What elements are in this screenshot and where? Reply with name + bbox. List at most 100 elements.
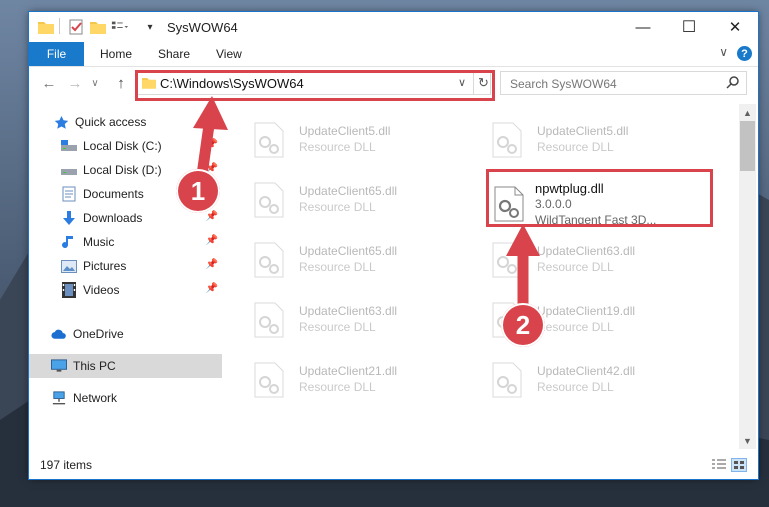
search-input[interactable]: Search SysWOW64 [510,77,617,91]
tab-home[interactable]: Home [100,42,132,66]
tab-view[interactable]: View [216,42,242,66]
sidebar-item-label: Local Disk (D:) [83,163,162,177]
sidebar-item-network[interactable]: Network [29,386,222,410]
file-highlight [486,169,713,227]
file-name: UpdateClient63.dll [299,304,398,318]
scroll-thumb[interactable] [740,121,755,171]
sidebar-item-label: This PC [73,359,116,373]
drive-icon [61,162,77,178]
help-icon[interactable]: ? [737,46,752,61]
file-name: UpdateClient5.dll [299,124,391,138]
dll-file-icon [253,362,285,401]
file-name: UpdateClient19.dll [537,304,636,318]
back-arrow-icon[interactable]: ← [39,75,59,92]
dll-file-icon [491,122,523,161]
sidebar-item-videos[interactable]: Videos 📌 [29,278,222,302]
sidebar-item-quick-access[interactable]: Quick access [29,110,222,134]
dll-file-icon [253,302,285,341]
file-name: UpdateClient65.dll [299,184,398,198]
navigation-pane: Quick access Local Disk (C:) 📌 Local Dis… [29,104,222,449]
list-item[interactable]: UpdateClient21.dll Resource DLL [249,358,459,406]
tiles-view-icon[interactable] [731,458,747,472]
ribbon-tabs: File Home Share View ∨ ? [29,42,758,67]
file-type: Resource DLL [537,260,614,274]
dll-file-icon [491,362,523,401]
sidebar-item-pictures[interactable]: Pictures 📌 [29,254,222,278]
file-type: Resource DLL [537,380,614,394]
pin-icon[interactable]: 📌 [206,211,218,222]
folder-icon [37,18,55,36]
sidebar-item-label: Downloads [83,211,143,225]
recent-locations-icon[interactable]: ∨ [85,78,105,89]
properties-icon[interactable] [67,18,85,36]
expand-ribbon-icon[interactable]: ∨ [719,45,728,59]
file-type: Resource DLL [299,140,376,154]
sidebar-item-local-disk-c[interactable]: Local Disk (C:) 📌 [29,134,222,158]
tab-file[interactable]: File [29,42,84,66]
list-item[interactable]: UpdateClient65.dll Resource DLL [249,178,459,226]
forward-arrow-icon[interactable]: → [65,75,85,92]
pin-icon[interactable]: 📌 [206,259,218,270]
window-title: SysWOW64 [167,20,238,35]
sidebar-item-label: Local Disk (C:) [83,139,162,153]
sidebar-item-label: Pictures [83,259,127,273]
music-icon [61,234,77,250]
list-item[interactable]: UpdateClient42.dll Resource DLL [487,358,697,406]
quick-access-dropdown-icon[interactable]: ▾ [141,18,159,36]
scroll-up-arrow-icon[interactable]: ▲ [739,104,756,121]
maximize-button[interactable]: ☐ [666,12,712,42]
tab-share[interactable]: Share [158,42,190,66]
sidebar-item-label: Music [83,235,115,249]
dll-file-icon [253,242,285,281]
sidebar-item-onedrive[interactable]: OneDrive [29,322,222,346]
up-arrow-icon[interactable]: ↑ [111,75,131,92]
list-item[interactable]: UpdateClient5.dll Resource DLL [487,118,697,166]
address-bar-highlight [135,70,495,101]
documents-icon [61,186,77,202]
step-1-badge: 1 [176,169,220,213]
status-bar: 197 items [29,452,758,479]
list-item[interactable]: UpdateClient63.dll Resource DLL [249,298,459,346]
drive-icon [61,138,77,154]
dll-file-icon [253,122,285,161]
file-name: UpdateClient65.dll [299,244,398,258]
pin-icon[interactable]: 📌 [206,283,218,294]
file-type: Resource DLL [299,320,376,334]
sidebar-item-label: OneDrive [73,327,124,341]
pin-icon[interactable]: 📌 [206,235,218,246]
star-icon [53,114,69,130]
file-list: UpdateClient5.dll Resource DLL UpdateCli… [223,104,739,449]
sidebar-item-label: Network [73,391,118,405]
title-separator [59,18,61,34]
list-item[interactable]: UpdateClient5.dll Resource DLL [249,118,459,166]
cloud-icon [51,326,67,342]
details-view-icon[interactable] [711,458,727,472]
new-folder-icon[interactable] [89,18,107,36]
minimize-button[interactable]: — [620,12,666,42]
list-item[interactable]: UpdateClient65.dll Resource DLL [249,238,459,286]
customize-toolbar-icon[interactable] [111,18,129,36]
sidebar-item-label: Documents [83,187,144,201]
search-icon[interactable] [726,75,740,92]
item-count: 197 items [40,458,93,472]
title-bar: ▾ SysWOW64 — ☐ ✕ [29,12,758,42]
file-type: Resource DLL [299,200,376,214]
dll-file-icon [253,182,285,221]
vertical-scrollbar[interactable]: ▲ ▼ [739,104,756,449]
sidebar-item-music[interactable]: Music 📌 [29,230,222,254]
pc-icon [51,358,67,374]
list-item[interactable]: UpdateClient63.dll Resource DLL [487,238,697,286]
pin-icon[interactable]: 📌 [206,139,218,150]
file-name: UpdateClient5.dll [537,124,629,138]
pictures-icon [61,258,77,274]
step-2-badge: 2 [501,303,545,347]
dll-file-icon [491,242,523,281]
download-icon [61,210,77,226]
sidebar-item-this-pc[interactable]: This PC [29,354,222,378]
file-name: UpdateClient21.dll [299,364,398,378]
network-icon [51,390,67,406]
search-box[interactable]: Search SysWOW64 [500,71,747,95]
close-button[interactable]: ✕ [712,12,758,42]
sidebar-item-label: Videos [83,283,120,297]
scroll-down-arrow-icon[interactable]: ▼ [739,432,756,449]
